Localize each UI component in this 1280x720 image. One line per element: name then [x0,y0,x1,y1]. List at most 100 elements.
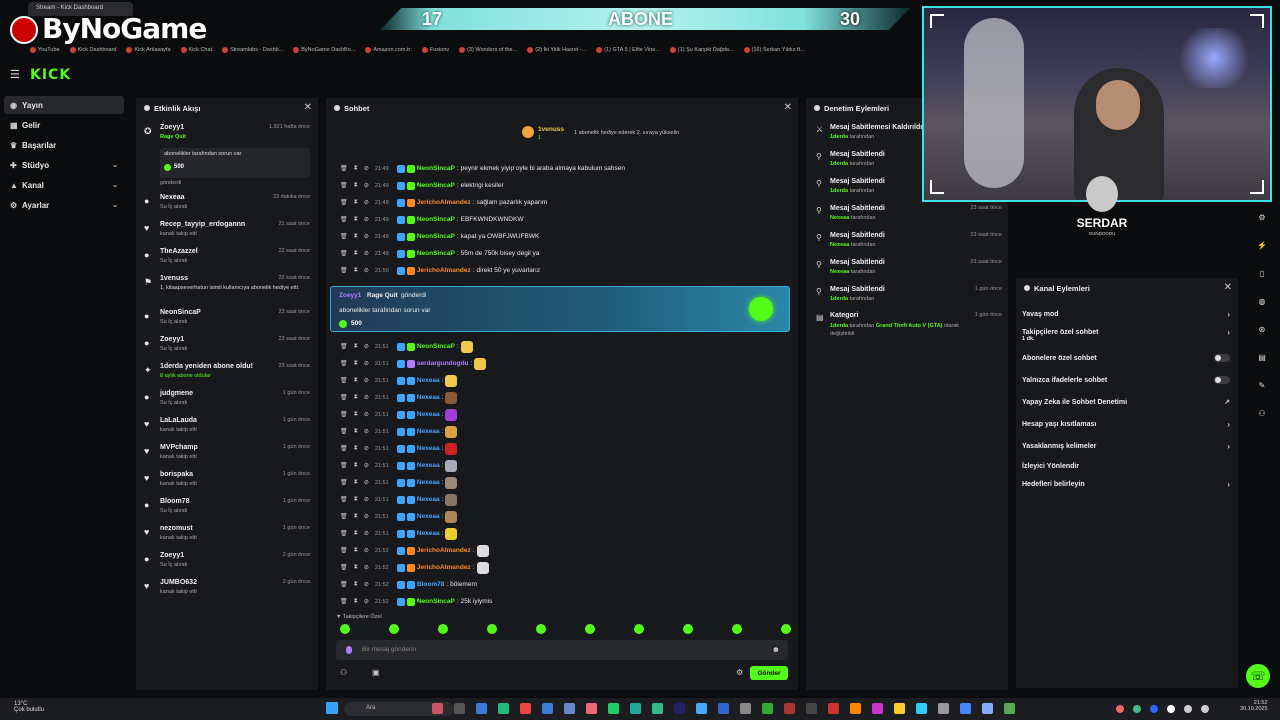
taskbar-app-icon[interactable] [564,703,575,714]
taskbar-app-icon[interactable] [432,703,443,714]
message-user[interactable]: NeonSincaP [417,343,455,350]
tray-icon[interactable] [1150,705,1158,713]
message-user[interactable]: JerichoAlmandez [417,267,471,274]
timeout-icon[interactable]: ⧗ [354,411,358,418]
message-user[interactable]: NeonSincaP [417,233,455,240]
bookmark-item[interactable]: Streamlabs - Dashb... [222,44,283,56]
delete-message-icon[interactable]: 🗑 [340,377,348,384]
taskbar-app-icon[interactable] [828,703,839,714]
emoji-icon[interactable]: ☻ [772,645,780,654]
timeout-icon[interactable]: ⧗ [354,216,358,223]
taskbar-app-icon[interactable] [872,703,883,714]
ban-icon[interactable]: ⊘ [364,411,369,418]
ban-icon[interactable]: ⊘ [364,360,369,367]
chevron-right-icon[interactable]: › [1227,480,1230,489]
taskbar-app-icon[interactable] [476,703,487,714]
taskbar-app-icon[interactable] [894,703,905,714]
message-user[interactable]: Nexeaa [417,428,440,435]
quick-emote-icon[interactable] [634,624,644,634]
delete-message-icon[interactable]: 🗑 [340,250,348,257]
timeout-icon[interactable]: ⧗ [354,250,358,257]
ban-icon[interactable]: ⊘ [364,233,369,240]
ban-icon[interactable]: ⊘ [364,428,369,435]
delete-message-icon[interactable]: 🗑 [340,394,348,401]
message-user[interactable]: Nexeaa [417,530,440,537]
weather-widget[interactable]: 13°C Çok bulutlu [14,701,44,713]
tray-icon[interactable] [1184,705,1192,713]
ban-icon[interactable]: ⊘ [364,496,369,503]
delete-message-icon[interactable]: 🗑 [340,411,348,418]
support-chat-button[interactable]: ☏ [1246,664,1270,688]
chevron-right-icon[interactable]: › [1227,328,1230,337]
bookmark-item[interactable]: Fusionv [421,44,449,56]
ban-icon[interactable]: ⊘ [364,564,369,571]
delete-message-icon[interactable]: 🗑 [340,530,348,537]
timeout-icon[interactable]: ⧗ [354,598,358,605]
channel-action-item[interactable]: Hesap yaşı kısıtlaması › [1022,416,1236,432]
message-user[interactable]: Nexeaa [417,462,440,469]
viewers-icon[interactable]: ⚇ [340,668,347,677]
taskbar-app-icon[interactable] [784,703,795,714]
message-user[interactable]: JerichoAlmandez [417,564,471,571]
timeout-icon[interactable]: ⧗ [354,428,358,435]
tray-icon[interactable] [1201,705,1209,713]
timeout-icon[interactable]: ⧗ [354,360,358,367]
ban-icon[interactable]: ⊘ [364,250,369,257]
taskbar-app-icon[interactable] [762,703,773,714]
quick-emote-icon[interactable] [683,624,693,634]
broadcast-icon[interactable]: ⊛ [1256,324,1268,336]
channel-action-item[interactable]: İzleyici Yönlendir [1022,458,1236,474]
channel-action-item[interactable]: Abonelere özel sohbet [1022,350,1236,366]
timeout-icon[interactable]: ⧗ [354,496,358,503]
channel-action-item[interactable]: Hedefleri belirleyin › [1022,476,1236,492]
taskbar-app-icon[interactable] [982,703,993,714]
quick-emote-icon[interactable] [389,624,399,634]
taskbar-app-icon[interactable] [806,703,817,714]
quick-emote-icon[interactable] [438,624,448,634]
taskbar-app-icon[interactable] [630,703,641,714]
ban-icon[interactable]: ⊘ [364,479,369,486]
settings-icon[interactable]: ⚙ [1256,212,1268,224]
quick-emote-icon[interactable] [340,624,350,634]
taskbar-app-icon[interactable] [674,703,685,714]
kick-logo[interactable]: KICK [30,67,80,83]
timeout-icon[interactable]: ⧗ [354,377,358,384]
ban-icon[interactable]: ⊘ [364,513,369,520]
taskbar-app-icon[interactable] [740,703,751,714]
timeout-icon[interactable]: ⧗ [354,182,358,189]
bookmark-item[interactable]: Amazon.com.tr: [365,44,412,56]
taskbar-app-icon[interactable] [916,703,927,714]
message-user[interactable]: serdargundogdu [417,360,469,367]
channel-action-item[interactable]: Yalnızca ifadelerle sohbet [1022,372,1236,388]
delete-message-icon[interactable]: 🗑 [340,360,348,367]
message-user[interactable]: NeonSincaP [417,165,455,172]
timeout-icon[interactable]: ⧗ [354,513,358,520]
message-user[interactable]: Nexeaa [417,496,440,503]
chevron-right-icon[interactable]: › [1227,310,1230,319]
delete-message-icon[interactable]: 🗑 [340,564,348,571]
delete-message-icon[interactable]: 🗑 [340,216,348,223]
message-user[interactable]: Nexeaa [417,445,440,452]
ban-icon[interactable]: ⊘ [364,267,369,274]
timeout-icon[interactable]: ⧗ [354,165,358,172]
bookmark-item[interactable]: ByNoGame DashBo... [293,44,355,56]
sidebar-item-settings[interactable]: ⚙ Ayarlar ⌄ [4,196,124,214]
timeout-icon[interactable]: ⧗ [354,581,358,588]
channel-action-item[interactable]: Yavaş mod › [1022,306,1236,322]
lightning-icon[interactable]: ⚡ [1256,240,1268,252]
ban-icon[interactable]: ⊘ [364,530,369,537]
bookmark-item[interactable]: (2) İki Yitik Hasret -... [527,44,586,56]
message-user[interactable]: NeonSincaP [417,182,455,189]
taskbar-app-icon[interactable] [718,703,729,714]
taskbar-app-icon[interactable] [1004,703,1015,714]
sidebar-item-wallet[interactable]: ▦ Gelir [4,116,124,134]
taskbar-app-icon[interactable] [938,703,949,714]
message-user[interactable]: NeonSincaP [417,216,455,223]
bookmark-item[interactable]: (1) Şu Karşıki Dağda... [669,44,734,56]
delete-message-icon[interactable]: 🗑 [340,233,348,240]
close-icon[interactable]: ✕ [1224,282,1232,293]
users-icon[interactable]: ⚇ [1256,408,1268,420]
timeout-icon[interactable]: ⧗ [354,394,358,401]
taskbar-clock[interactable]: 21:52 30.10.2025 [1240,700,1268,712]
delete-message-icon[interactable]: 🗑 [340,462,348,469]
